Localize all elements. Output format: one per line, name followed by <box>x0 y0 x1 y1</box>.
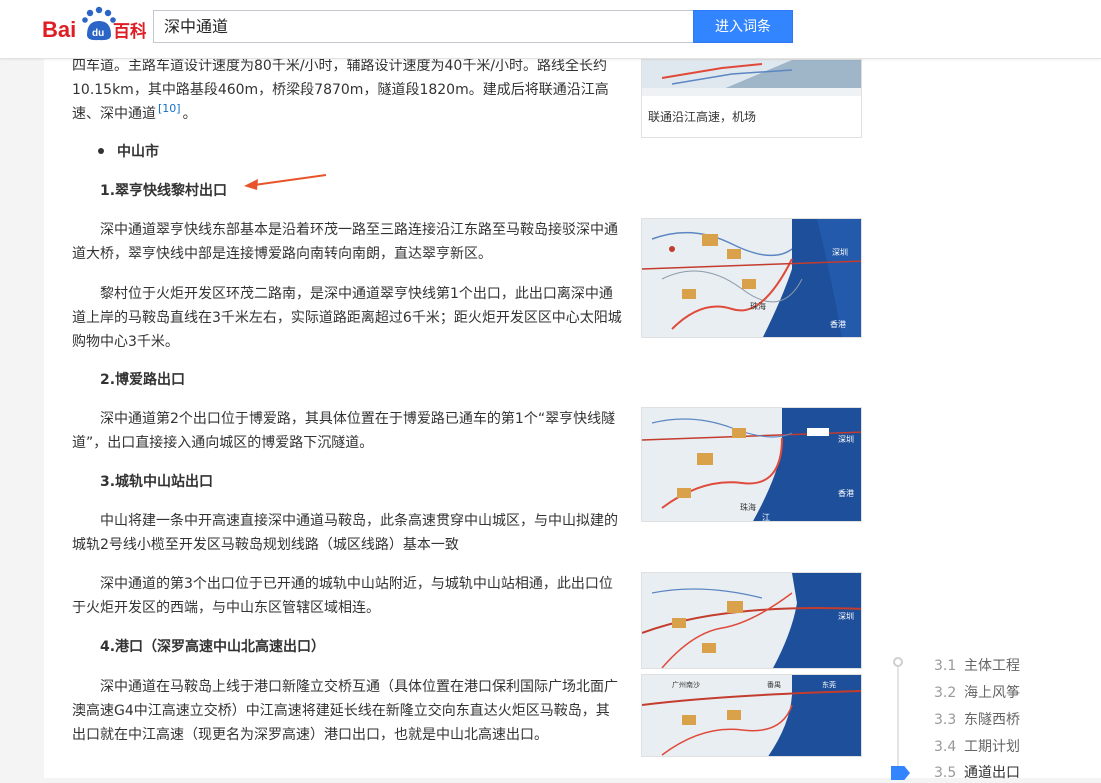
figure-map-3[interactable]: 深圳 <box>641 572 862 669</box>
figure-caption: 联通沿江高速，机场 <box>648 110 757 124</box>
intro-paragraph: 四车道。主路车道设计速度为80千米/小时，辅路设计速度为40千米/小时。路线全长… <box>72 54 623 126</box>
heading-exit-3: 3.城轨中山站出口 <box>100 474 214 490</box>
toc-item-3-1[interactable]: 3.1 主体工程 <box>934 656 1020 676</box>
intro-end: 。 <box>182 106 197 122</box>
paragraph-exit-3-b: 深中通道的第3个出口位于已开通的城轨中山站附近，与城轨中山站相通，此出口位于火炬… <box>72 576 613 616</box>
toc-num: 3.1 <box>934 658 957 674</box>
map-label-zhuhai-2: 珠海 <box>740 502 756 512</box>
toc-num: 3.3 <box>934 712 957 728</box>
heading-exit-4-text: 4.港口（深罗高速中山北高速出口） <box>100 639 326 655</box>
map-label-guangzhou: 广州南沙 <box>672 680 700 689</box>
bullet-dot <box>98 148 104 154</box>
toc-num: 3.2 <box>934 685 957 701</box>
map-label-panyu: 番禺 <box>767 681 781 689</box>
logo-text-bai: Bai <box>42 17 76 42</box>
figure-top-map[interactable] <box>641 59 862 97</box>
map-label-hongkong-2: 香港 <box>838 488 854 498</box>
enter-entry-button[interactable]: 进入词条 <box>693 10 793 43</box>
bullet-zhongshan: 中山市 <box>117 144 159 160</box>
toc-num: 3.5 <box>934 765 957 781</box>
toc-start-dot <box>893 657 903 667</box>
paragraph-exit-3-a: 中山将建一条中开高速直接深中通道马鞍岛，此条高速贯穿中山城区，与中山拟建的城轨2… <box>72 513 618 553</box>
map-label-shenzhen: 深圳 <box>832 247 848 257</box>
figure-map-4[interactable]: 广州南沙 番禺 东莞 <box>641 674 862 757</box>
toc-label: 通道出口 <box>964 765 1020 781</box>
toc-label: 主体工程 <box>964 658 1020 674</box>
map-label-shenzhen-2: 深圳 <box>838 434 854 444</box>
figure-map-2[interactable]: 深圳 珠海 香港 江 <box>641 407 862 522</box>
heading-exit-4: 4.港口（深罗高速中山北高速出口） <box>100 636 325 658</box>
baidu-baike-logo[interactable]: Bai du 百科 <box>42 5 146 49</box>
toc-item-3-4[interactable]: 3.4 工期计划 <box>934 737 1020 757</box>
reference-link[interactable]: [10] <box>156 102 183 115</box>
paragraph-exit-1-a: 深中通道翠亨快线东部基本是沿着环茂一路至三路连接沿江东路至马鞍岛接驳深中通道大桥… <box>72 222 618 262</box>
paragraph-exit-2: 深中通道第2个出口位于博爱路，其具体位置在于博爱路已通车的第1个“翠亨快线隧道”… <box>72 411 616 451</box>
logo-text-baike: 百科 <box>113 21 146 42</box>
top-search-bar: Bai du 百科 深中通道 进入词条 <box>0 0 1101 59</box>
map-label-shenzhen-3: 深圳 <box>838 611 854 621</box>
map-label-zhuhai: 珠海 <box>750 301 766 311</box>
toc-item-3-2[interactable]: 3.2 海上风筝 <box>934 683 1020 703</box>
toc-label: 东隧西桥 <box>964 712 1020 728</box>
figure-map-1[interactable]: 深圳 珠海 香港 <box>641 218 862 338</box>
search-input[interactable]: 深中通道 <box>153 10 694 43</box>
annotation-arrow-icon <box>244 174 327 190</box>
toc-label: 工期计划 <box>964 739 1020 755</box>
toc-label: 海上风筝 <box>964 685 1020 701</box>
map-label-hongkong: 香港 <box>830 319 846 329</box>
toc-item-3-5[interactable]: 3.5 通道出口 <box>934 763 1020 783</box>
map-label-dongguan: 东莞 <box>822 680 836 689</box>
paragraph-exit-4: 深中通道在马鞍岛上线于港口新隆立交桥互通（具体位置在港口保利国际广场北面广澳高速… <box>72 679 618 743</box>
toc-num: 3.4 <box>934 739 957 755</box>
toc-item-3-3[interactable]: 3.3 东隧西桥 <box>934 710 1020 730</box>
heading-exit-2: 2.博爱路出口 <box>100 372 186 388</box>
logo-paw-text: du <box>92 28 104 39</box>
paw-icon: du <box>82 6 116 41</box>
paragraph-exit-1-b: 黎村位于火炬开发区环茂二路南，是深中通道翠亨快线第1个出口，此出口离深中通道上岸… <box>72 286 622 350</box>
intro-text: 四车道。主路车道设计速度为80千米/小时，辅路设计速度为40千米/小时。路线全长… <box>72 58 609 122</box>
heading-exit-1: 1.翠亨快线黎村出口 <box>100 183 228 199</box>
toc-line <box>897 664 899 778</box>
map-label-jiang: 江 <box>762 513 770 522</box>
